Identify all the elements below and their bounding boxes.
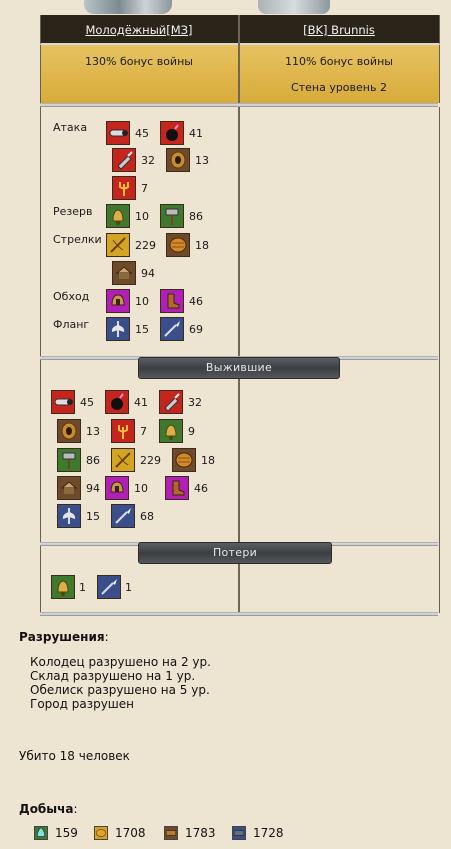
bell-icon[interactable]	[51, 575, 75, 599]
loot-value: 1728	[253, 826, 284, 840]
survivor-unit-count: 45	[80, 396, 94, 409]
army-unit-count: 18	[195, 239, 209, 252]
cart-icon[interactable]	[57, 476, 81, 500]
loot-value: 1708	[115, 826, 146, 840]
army-unit-count: 15	[135, 323, 149, 336]
survivor-unit-count: 9	[188, 425, 195, 438]
survivor-unit-count: 41	[134, 396, 148, 409]
bonus-row	[40, 45, 440, 103]
losses-banner: Потери	[138, 542, 332, 564]
army-unit-count: 45	[135, 127, 149, 140]
axe-icon[interactable]	[106, 317, 130, 341]
army-unit-count: 13	[195, 154, 209, 167]
army-unit-count: 10	[135, 210, 149, 223]
crossbow-icon[interactable]	[111, 448, 135, 472]
survivor-unit-count: 94	[86, 482, 100, 495]
survivors-banner: Выжившие	[138, 357, 340, 379]
drill-icon[interactable]	[112, 148, 136, 172]
army-unit-count: 32	[141, 154, 155, 167]
loss-unit-count: 1	[79, 581, 86, 594]
helmet-icon[interactable]	[106, 289, 130, 313]
loot-value: 1783	[185, 826, 216, 840]
defender-bonus: 110% бонус войны	[285, 55, 393, 68]
horn-icon[interactable]	[57, 419, 81, 443]
crossbow-icon[interactable]	[106, 233, 130, 257]
group-label-flank: Фланг	[53, 318, 90, 331]
bell-icon[interactable]	[159, 419, 183, 443]
group-label-archers: Стрелки	[53, 233, 102, 246]
defender-name-link[interactable]: [BK] Brunnis	[240, 20, 438, 40]
attacker-name-link[interactable]: Молодёжный[МЗ]	[40, 20, 238, 40]
army-unit-count: 229	[135, 239, 156, 252]
grain-icon	[94, 826, 108, 840]
flask-icon	[34, 826, 48, 840]
army-unit-count: 94	[141, 267, 155, 280]
survivor-unit-count: 68	[140, 510, 154, 523]
boot-icon[interactable]	[165, 476, 189, 500]
group-label-attack: Атака	[53, 121, 88, 134]
bomb-icon[interactable]	[160, 121, 184, 145]
top-ornament-left	[84, 0, 172, 14]
hammer-icon[interactable]	[160, 204, 184, 228]
boot-icon[interactable]	[160, 289, 184, 313]
horn-icon[interactable]	[166, 148, 190, 172]
survivor-unit-count: 15	[86, 510, 100, 523]
spear-icon[interactable]	[160, 317, 184, 341]
bell-icon[interactable]	[106, 204, 130, 228]
cannon-icon[interactable]	[106, 121, 130, 145]
survivor-unit-count: 13	[86, 425, 100, 438]
axe-icon[interactable]	[57, 504, 81, 528]
defender-wall: Стена уровень 2	[291, 81, 387, 94]
helmet-icon[interactable]	[105, 476, 129, 500]
shield-icon[interactable]	[172, 448, 196, 472]
destruction-line: Склад разрушено на 1 ур.	[30, 669, 196, 683]
wood-icon	[164, 826, 178, 840]
cart-icon[interactable]	[112, 261, 136, 285]
loot-value: 159	[55, 826, 78, 840]
survivor-unit-count: 229	[140, 454, 161, 467]
trident-icon[interactable]	[111, 419, 135, 443]
group-label-bypass: Обход	[53, 290, 90, 303]
army-unit-count: 86	[189, 210, 203, 223]
group-label-reserve: Резерв	[53, 205, 93, 218]
destruction-line: Город разрушен	[30, 697, 135, 711]
loss-unit-count: 1	[125, 581, 132, 594]
killed-count: Убито 18 человек	[19, 749, 130, 763]
destruction-heading: Разрушения:	[19, 630, 109, 644]
cannon-icon[interactable]	[51, 390, 75, 414]
shield-icon[interactable]	[166, 233, 190, 257]
drill-icon[interactable]	[159, 390, 183, 414]
survivor-unit-count: 10	[134, 482, 148, 495]
hammer-icon[interactable]	[57, 448, 81, 472]
spear-icon[interactable]	[97, 575, 121, 599]
army-unit-count: 69	[189, 323, 203, 336]
bomb-icon[interactable]	[105, 390, 129, 414]
destruction-line: Обелиск разрушено на 5 ур.	[30, 683, 210, 697]
loot-heading: Добыча:	[19, 802, 78, 816]
destruction-line: Колодец разрушено на 2 ур.	[30, 655, 211, 669]
top-ornament-right	[258, 0, 330, 14]
army-unit-count: 7	[141, 182, 148, 195]
army-unit-count: 10	[135, 295, 149, 308]
trident-icon[interactable]	[112, 176, 136, 200]
spear-icon[interactable]	[111, 504, 135, 528]
army-unit-count: 41	[189, 127, 203, 140]
iron-icon	[232, 826, 246, 840]
survivor-unit-count: 32	[188, 396, 202, 409]
army-unit-count: 46	[189, 295, 203, 308]
bottom-steel-divider	[40, 612, 438, 616]
survivor-unit-count: 7	[140, 425, 147, 438]
survivor-unit-count: 46	[194, 482, 208, 495]
survivor-unit-count: 18	[201, 454, 215, 467]
survivor-unit-count: 86	[86, 454, 100, 467]
attacker-bonus: 130% бонус войны	[85, 55, 193, 68]
